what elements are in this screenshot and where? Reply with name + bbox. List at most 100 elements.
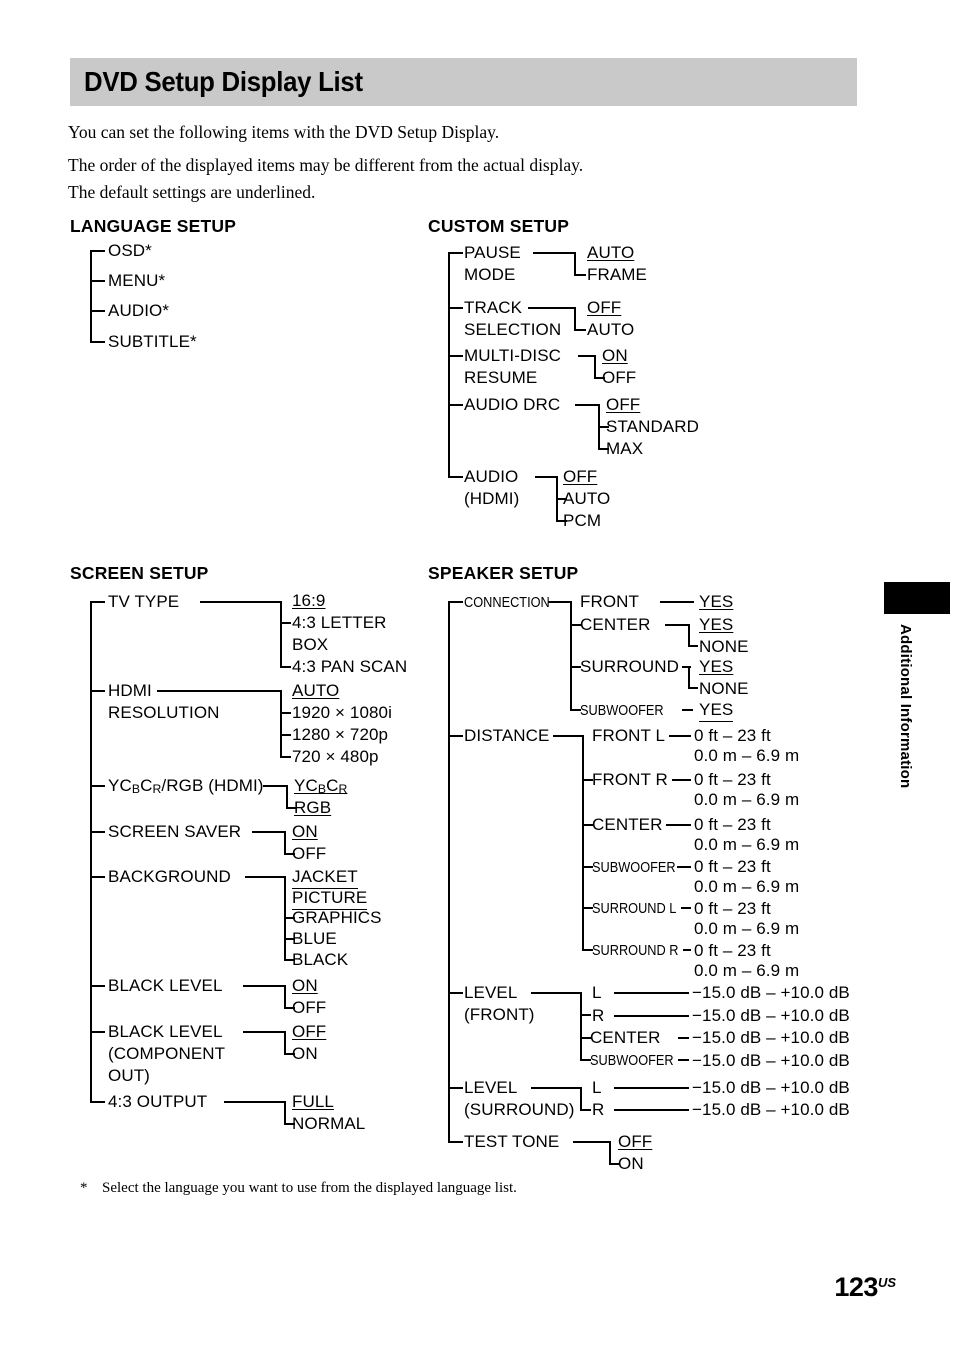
intro-paragraph-2-line-1: The order of the displayed items may be … [68, 155, 584, 175]
custom-option-audiohdmi-pcm: PCM [563, 511, 602, 530]
screen-item-hdmi-resolution-line2: RESOLUTION [108, 703, 220, 722]
speaker-distance-center-m: 0.0 m – 6.9 m [694, 835, 800, 854]
tree-branch-custom-audiohdmi [448, 476, 463, 478]
intro-paragraph-1: You can set the following items with the… [68, 122, 500, 142]
tree-link-tvtype [200, 601, 281, 603]
custom-item-multidisc-line2: RESUME [464, 368, 538, 387]
custom-item-audio-drc: AUDIO DRC [464, 395, 561, 414]
custom-item-audio-hdmi-line1: AUDIO [464, 467, 519, 486]
tree-branch-conn-center-none [688, 645, 698, 647]
tree-branch-screen-43output [90, 1101, 105, 1103]
screen-option-background-black: BLACK [292, 950, 349, 969]
speaker-distance-row-center: CENTER [592, 815, 663, 834]
speaker-test-tone-on: ON [618, 1154, 644, 1173]
tree-branch-screen-background [90, 876, 105, 878]
screen-option-tvtype-letterbox-line1: 4:3 LETTER [292, 613, 387, 632]
tree-trunk-blacklevel-comp-options [284, 1031, 286, 1054]
tree-link-lvlf-r [614, 1015, 689, 1017]
tree-branch-custom-multidisc [448, 355, 463, 357]
side-thumb-tab [884, 582, 950, 614]
custom-option-audiodrc-standard: STANDARD [606, 417, 700, 436]
speaker-level-surround-l-range: −15.0 dB – +10.0 dB [692, 1078, 850, 1097]
tree-branch-level-front-r [580, 1014, 591, 1016]
tree-trunk-tvtype-options [280, 601, 282, 667]
screen-item-ycbcr-rgb: YCBCR/RGB (HDMI) [108, 776, 264, 797]
tree-link-dist-center [666, 824, 691, 826]
tree-branch-custom-audiodrc [448, 404, 463, 406]
section-title-speaker-setup: SPEAKER SETUP [428, 563, 579, 583]
tree-link-conn-surround [682, 666, 691, 668]
tree-link-conn-center [665, 624, 690, 626]
page-number-suffix: US [877, 1275, 896, 1290]
speaker-item-connection: CONNECTION [464, 595, 550, 611]
tree-branch-tvtype-opt-1 [280, 622, 291, 624]
speaker-item-level-surround-line1: LEVEL [464, 1078, 518, 1097]
tree-link-level-surround [531, 1087, 582, 1089]
tree-link-lvlf-center [678, 1037, 689, 1039]
speaker-item-level-surround-line2: (SURROUND) [464, 1100, 575, 1119]
speaker-level-front-r-range: −15.0 dB – +10.0 dB [692, 1006, 850, 1025]
side-tab-label: Additional Information [897, 624, 914, 789]
tree-link-ycbcr [263, 785, 287, 787]
tree-link-conn-front [660, 601, 694, 603]
speaker-distance-front-l-ft: 0 ft – 23 ft [694, 726, 771, 745]
speaker-connection-front-yes: YES [699, 592, 734, 611]
tree-link-track [528, 307, 575, 309]
screen-option-tvtype-169: 16:9 [292, 591, 326, 610]
speaker-connection-center-none: NONE [699, 637, 749, 656]
tree-branch-screen-saver [90, 831, 105, 833]
speaker-connection-row-front: FRONT [580, 592, 640, 611]
speaker-test-tone-off: OFF [618, 1132, 653, 1151]
screen-option-43output-full: FULL [292, 1092, 334, 1111]
screen-option-screensaver-off: OFF [292, 844, 327, 863]
tree-trunk-language [90, 250, 92, 342]
page-number-value: 123 [834, 1272, 878, 1302]
tree-trunk-blacklevel-options [284, 985, 286, 1008]
speaker-level-front-row-subwoofer: SUBWOOFER [590, 1053, 674, 1069]
speaker-distance-row-surround-r: SURROUND R [592, 943, 679, 959]
footnote-text: Select the language you want to use from… [102, 1180, 517, 1196]
tree-trunk-43output-options [284, 1101, 286, 1124]
custom-option-multidisc-off: OFF [602, 368, 637, 387]
footnote-marker: * [80, 1180, 88, 1196]
speaker-level-surround-row-r: R [592, 1100, 605, 1119]
tree-branch-custom-pause [448, 252, 463, 254]
speaker-level-surround-r-range: −15.0 dB – +10.0 dB [692, 1100, 850, 1119]
tree-trunk-conn-center-options [688, 624, 690, 646]
language-item-subtitle: SUBTITLE* [108, 332, 197, 351]
custom-option-multidisc-on: ON [602, 346, 628, 365]
tree-branch-language-2 [90, 310, 105, 312]
speaker-level-front-row-center: CENTER [590, 1028, 661, 1047]
screen-option-hdmires-720p: 1280 × 720p [292, 725, 389, 744]
tree-link-lvls-r [614, 1109, 689, 1111]
tree-branch-hdmires-opt-3 [280, 756, 291, 758]
screen-item-black-level-component-line1: BLACK LEVEL [108, 1022, 223, 1041]
tree-link-level-front [531, 992, 582, 994]
tree-branch-level-surround-r [580, 1109, 591, 1111]
tree-trunk-speaker [448, 601, 450, 1141]
speaker-connection-row-subwoofer: SUBWOOFER [580, 703, 664, 719]
tree-link-test-tone [573, 1141, 610, 1143]
custom-item-track-line1: TRACK [464, 298, 523, 317]
screen-item-43-output: 4:3 OUTPUT [108, 1092, 208, 1111]
tree-link-audiodrc [575, 404, 599, 406]
tree-link-blacklevel-comp [243, 1031, 285, 1033]
speaker-distance-row-front-r: FRONT R [592, 770, 668, 789]
language-item-audio: AUDIO* [108, 301, 170, 320]
screen-option-hdmires-480p: 720 × 480p [292, 747, 379, 766]
speaker-distance-surround-l-m: 0.0 m – 6.9 m [694, 919, 800, 938]
tree-link-lvlf-l [614, 992, 689, 994]
custom-option-pause-frame: FRAME [587, 265, 647, 284]
tree-branch-speaker-level-surround [448, 1087, 463, 1089]
language-item-osd: OSD* [108, 241, 152, 260]
custom-item-audio-hdmi-line2: (HDMI) [464, 489, 520, 508]
speaker-distance-front-l-m: 0.0 m – 6.9 m [694, 746, 800, 765]
speaker-level-front-center-range: −15.0 dB – +10.0 dB [692, 1028, 850, 1047]
tree-trunk-ycbcr-options [286, 785, 288, 808]
tree-link-screensaver [252, 831, 285, 833]
speaker-connection-row-center: CENTER [580, 615, 651, 634]
custom-option-audiohdmi-off: OFF [563, 467, 598, 486]
tree-link-multidisc [578, 355, 595, 357]
speaker-distance-subwoofer-m: 0.0 m – 6.9 m [694, 877, 800, 896]
screen-item-black-level: BLACK LEVEL [108, 976, 223, 995]
